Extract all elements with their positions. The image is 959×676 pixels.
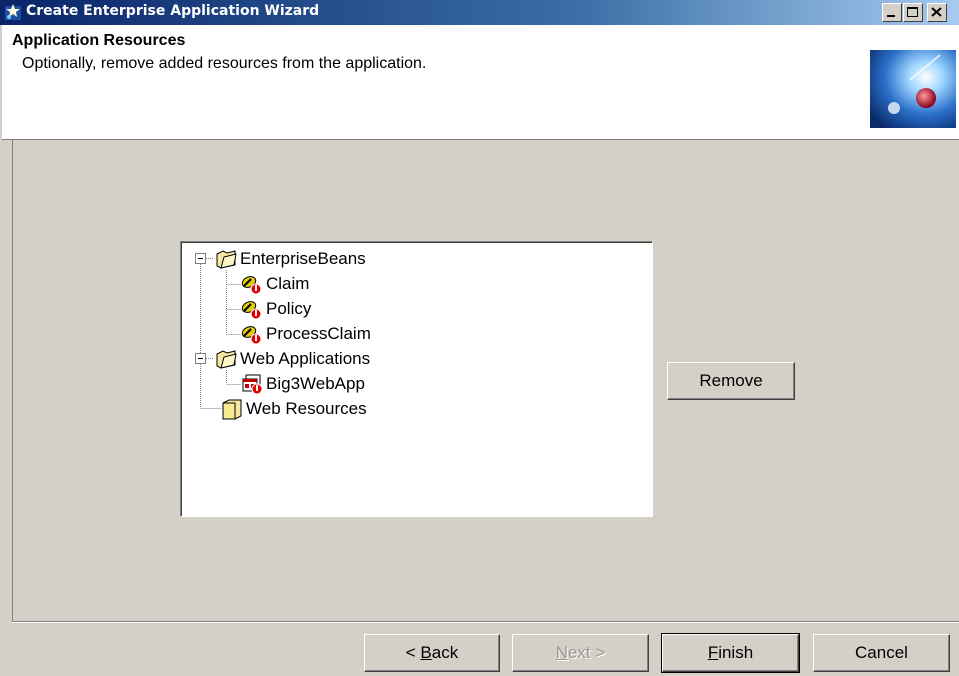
finish-button[interactable]: Finish [661,633,800,673]
finish-button-rest: inish [718,643,754,662]
minimize-button[interactable] [882,3,902,22]
maximize-button[interactable] [903,3,923,22]
collapse-enterprisebeans-toggle[interactable] [195,253,206,264]
back-button[interactable]: < Back [364,634,500,672]
button-bar-separator [12,621,959,623]
folder-closed-icon [222,399,242,420]
tree-item-label: Web Applications [240,349,371,368]
back-button-prefix: < [405,643,421,662]
wizard-app-icon [5,4,21,20]
back-button-mnemonic: B [420,643,432,662]
tree-item-label: ProcessClaim [266,324,371,343]
tree-item-label: Big3WebApp [266,374,365,393]
tree-item-web-resources[interactable]: Web Resources [221,397,367,421]
tree-item-claim[interactable]: Claim [241,272,309,296]
web-app-icon [242,374,263,395]
resource-tree[interactable]: EnterpriseBeans Claim Policy ProcessClai… [180,241,653,517]
next-button-rest: ext > [567,643,606,662]
title-bar[interactable]: Create Enterprise Application Wizard [0,0,959,25]
ejb-bean-icon [241,326,262,345]
close-button[interactable] [927,3,947,22]
cancel-button[interactable]: Cancel [813,634,950,672]
maximize-icon [907,7,918,17]
window-title: Create Enterprise Application Wizard [26,3,320,19]
close-icon [931,7,942,17]
next-button[interactable]: Next > [512,634,649,672]
ejb-bean-icon [241,301,262,320]
tree-item-label: EnterpriseBeans [240,249,366,268]
tree-item-label: Web Resources [246,399,367,418]
minimize-icon [887,15,895,17]
next-button-mnemonic: N [555,643,568,662]
ejb-bean-icon [241,276,262,295]
tree-item-label: Policy [266,299,312,318]
tree-item-web-applications[interactable]: Web Applications [215,347,370,371]
tree-item-label: Claim [266,274,310,293]
tree-item-policy[interactable]: Policy [241,297,311,321]
tree-item-enterprisebeans[interactable]: EnterpriseBeans [215,247,366,271]
page-title: Application Resources [12,32,186,49]
remove-button[interactable]: Remove [667,362,795,400]
folder-open-icon [216,250,237,269]
folder-open-icon [216,350,237,369]
remove-button-label: Remove [699,371,763,390]
window-edge [0,25,2,676]
back-button-rest: ack [431,643,459,662]
tree-item-processclaim[interactable]: ProcessClaim [241,322,371,346]
wizard-header: Application Resources Optionally, remove… [0,25,959,140]
finish-button-mnemonic: F [707,643,719,662]
wizard-graphic-icon [870,50,956,128]
cancel-button-label: Cancel [855,643,908,662]
page-subtitle: Optionally, remove added resources from … [22,55,427,72]
tree-item-big3webapp[interactable]: Big3WebApp [241,372,365,396]
collapse-webapplications-toggle[interactable] [195,353,206,364]
